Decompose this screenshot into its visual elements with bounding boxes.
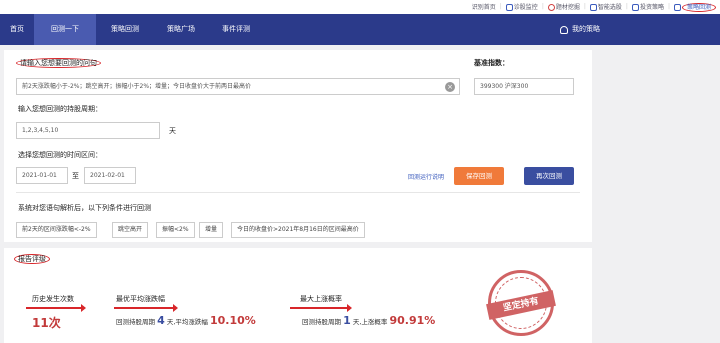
user-icon: [560, 25, 568, 34]
util-link-home[interactable]: 识别首页: [472, 2, 496, 11]
rerun-backtest-button[interactable]: 再次回测: [524, 167, 574, 185]
parsed-conditions-label: 系统对您语句解析后，以下列条件进行回测: [18, 204, 151, 212]
report-title-text: 报告评级: [14, 254, 50, 264]
util-link-theme[interactable]: 题材挖掘: [547, 2, 580, 11]
clear-icon[interactable]: ×: [445, 82, 455, 92]
stat-mid: 天,上涨概率: [352, 318, 388, 326]
condition-tag: 振幅<2%: [156, 222, 195, 238]
rating-stamp: 坚定持有: [486, 270, 556, 336]
date-from-input[interactable]: 2021-01-01: [16, 167, 68, 184]
stat-line-max-prob: 回测持股周期 1 天,上涨概率 90.91%: [302, 314, 435, 327]
stat-value-best-avg: 10.10%: [209, 314, 256, 327]
save-backtest-button[interactable]: 保存回测: [454, 167, 504, 185]
backtest-form-panel: 请输入您想要回测的问句 前2天涨跌幅小于-2%；跳空高开；振幅小于2%；增量；今…: [4, 50, 592, 242]
util-link-strategy[interactable]: 投资策略: [631, 2, 664, 11]
condition-tag: 跳空高开: [112, 222, 149, 238]
util-link-select[interactable]: 智能选股: [589, 2, 622, 11]
stat-days: 1: [343, 314, 351, 327]
query-label-text: 请输入您想要回测的问句: [16, 58, 101, 68]
util-link-monitor-label: 诊股监控: [513, 4, 538, 11]
my-strategy-link[interactable]: 我的策略: [560, 14, 600, 45]
chart-icon: [505, 4, 513, 11]
stat-value-occurrences: 11次: [32, 316, 61, 330]
arrow-icon: [290, 304, 352, 312]
util-link-theme-label: 题材挖掘: [555, 4, 580, 11]
arrow-icon: [114, 304, 178, 312]
divider: |: [583, 3, 586, 10]
stat-days: 4: [157, 314, 165, 327]
util-link-strategy-label: 投资策略: [639, 4, 664, 11]
stat-value-max-prob: 90.91%: [389, 314, 436, 327]
target-icon: [547, 4, 555, 11]
divider: |: [499, 3, 502, 10]
util-link-backtest-label: 策略回测: [681, 3, 716, 12]
run-instructions-link[interactable]: 回测运行说明: [408, 172, 444, 181]
stat-prefix: 回测持股周期: [302, 318, 341, 326]
divider: |: [625, 3, 628, 10]
nav-item-strategy-backtest[interactable]: 策略回测: [96, 14, 154, 45]
util-link-select-label: 智能选股: [597, 4, 622, 11]
query-input-value: 前2天涨跌幅小于-2%；跳空高开；振幅小于2%；增量；今日收盘价大于前两日最高价: [22, 83, 252, 90]
condition-tag: 增量: [199, 222, 224, 238]
my-strategy-label: 我的策略: [572, 25, 600, 33]
util-link-monitor[interactable]: 诊股监控: [505, 2, 538, 11]
report-panel: 报告评级 历史发生次数 11次 最优平均涨跌幅 回测持股周期 4 天,平均涨跌幅…: [4, 248, 592, 343]
benchmark-label: 基准指数：: [474, 59, 509, 67]
query-input[interactable]: 前2天涨跌幅小于-2%；跳空高开；振幅小于2%；增量；今日收盘价大于前两日最高价…: [16, 78, 460, 95]
benchmark-input[interactable]: 399300 沪深300: [474, 78, 574, 95]
nav-item-home[interactable]: 首页: [0, 14, 34, 45]
stat-title-best-avg: 最优平均涨跌幅: [116, 295, 165, 303]
stat-title-occurrences: 历史发生次数: [32, 295, 74, 303]
stat-mid: 天,平均涨跌幅: [166, 318, 208, 326]
date-to-input[interactable]: 2021-02-01: [84, 167, 136, 184]
arrow-icon: [26, 304, 86, 312]
compass-icon: [631, 4, 639, 11]
rating-stamp-text: 坚定持有: [486, 290, 556, 320]
date-range-label: 选择您想回测的时间区间：: [18, 151, 102, 159]
utility-bar: 识别首页 | 诊股监控 | 题材挖掘 | 智能选股 | 投资策略 | 策略回测: [0, 0, 720, 14]
main-nav: 首页 回测一下 策略回测 策略广场 事件评测 我的策略: [0, 14, 720, 45]
nav-item-backtest-once[interactable]: 回测一下: [34, 14, 96, 45]
hold-period-label: 输入您想回测的持股周期：: [18, 105, 102, 113]
divider: |: [541, 3, 544, 10]
utility-links: 识别首页 | 诊股监控 | 题材挖掘 | 智能选股 | 投资策略 | 策略回测: [472, 2, 716, 12]
stat-title-max-prob: 最大上涨概率: [300, 295, 342, 303]
stat-line-best-avg: 回测持股周期 4 天,平均涨跌幅 10.10%: [116, 314, 256, 327]
gear-icon: [589, 4, 597, 11]
hold-period-input[interactable]: 1,2,3,4,5,10: [16, 122, 160, 139]
condition-tag: 今日的收盘价>2021年8月16日的区间最高价: [231, 222, 365, 238]
report-title: 报告评级: [14, 254, 50, 264]
util-link-backtest[interactable]: 策略回测: [673, 2, 716, 12]
nav-item-strategy-square[interactable]: 策略广场: [154, 14, 208, 45]
chart-icon: [673, 4, 681, 11]
condition-tag: 前2天的区间涨跌幅<-2%: [16, 222, 97, 238]
hold-period-unit: 天: [169, 127, 176, 135]
divider: [16, 192, 580, 193]
stat-prefix: 回测持股周期: [116, 318, 155, 326]
divider: |: [667, 3, 670, 10]
date-to-label: 至: [72, 172, 79, 180]
query-label: 请输入您想要回测的问句: [16, 58, 101, 68]
nav-item-event-review[interactable]: 事件评测: [208, 14, 264, 45]
